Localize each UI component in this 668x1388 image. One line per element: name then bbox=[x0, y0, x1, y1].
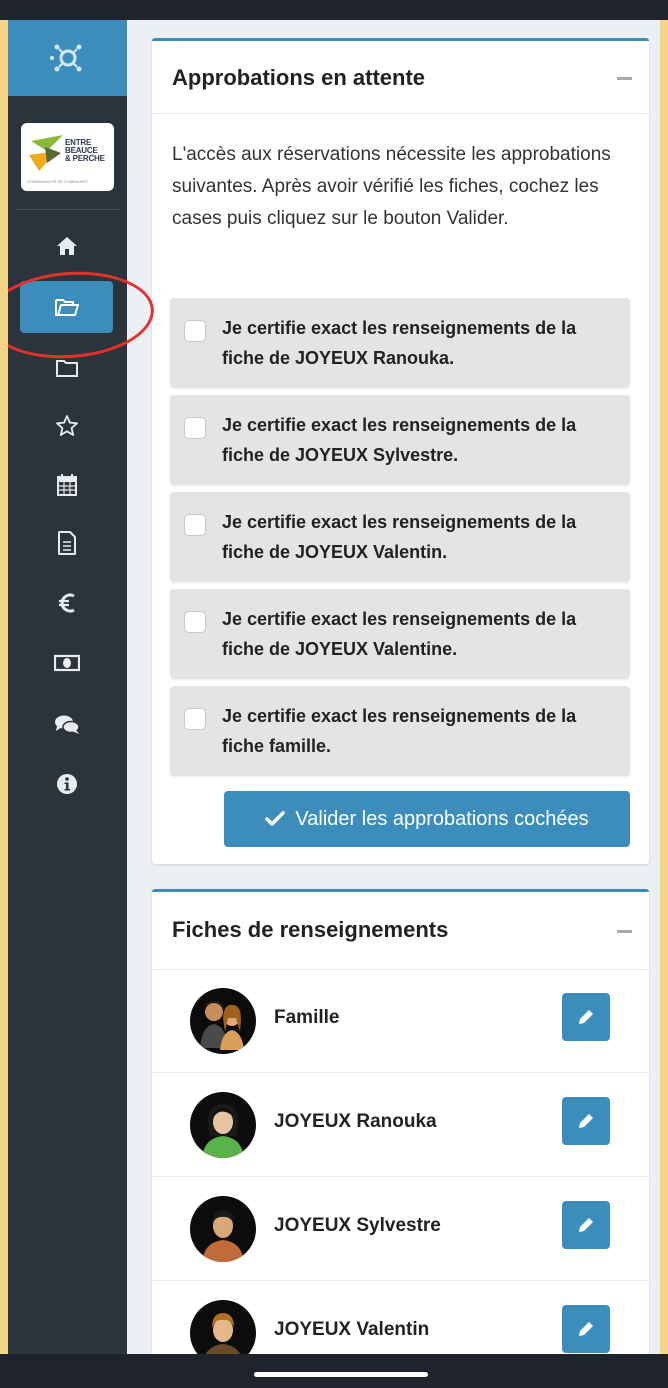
fiche-name: Famille bbox=[274, 1007, 340, 1028]
pencil-icon bbox=[579, 1322, 593, 1336]
fiche-name: JOYEUX Sylvestre bbox=[274, 1215, 441, 1236]
approval-checkbox[interactable] bbox=[184, 417, 206, 439]
approval-item[interactable]: Je certifie exact les renseignements de … bbox=[170, 395, 630, 485]
fiches-header: Fiches de renseignements bbox=[152, 892, 649, 970]
approval-item[interactable]: Je certifie exact les renseignements de … bbox=[170, 686, 630, 776]
home-indicator[interactable] bbox=[254, 1372, 428, 1377]
fiche-row[interactable]: JOYEUX Valentin bbox=[152, 1281, 649, 1354]
app-logo[interactable] bbox=[8, 20, 127, 96]
sidebar-divider bbox=[16, 209, 119, 210]
brand-name: ENTRE BEAUCE & PERCHE bbox=[65, 138, 105, 163]
sidebar-item-folder[interactable] bbox=[20, 342, 113, 394]
fiche-name: JOYEUX Ranouka bbox=[274, 1111, 437, 1132]
brand-subtitle: COMMUNAUTÉ DE COMMUNES bbox=[27, 179, 88, 184]
sidebar-item-dossiers[interactable] bbox=[20, 281, 113, 333]
brand-emblem-icon bbox=[29, 135, 63, 171]
sidebar-item-factures[interactable] bbox=[20, 577, 113, 629]
fiches-collapse-button[interactable] bbox=[615, 924, 633, 938]
euro-icon bbox=[58, 593, 75, 613]
sidebar-item-documents[interactable] bbox=[20, 517, 113, 569]
approval-checkbox[interactable] bbox=[184, 611, 206, 633]
folder-open-icon bbox=[54, 299, 79, 316]
approvals-collapse-button[interactable] bbox=[615, 71, 633, 85]
fiche-name: JOYEUX Valentin bbox=[274, 1319, 430, 1340]
fiches-box: Fiches de renseignements Famille JOYEUX … bbox=[152, 889, 649, 1354]
fiche-row[interactable]: JOYEUX Sylvestre bbox=[152, 1177, 649, 1281]
navigation-bar bbox=[0, 1354, 668, 1388]
info-icon bbox=[56, 774, 77, 794]
star-icon bbox=[55, 415, 78, 436]
female-avatar-icon bbox=[190, 1092, 256, 1158]
fiches-title: Fiches de renseignements bbox=[172, 917, 449, 942]
approval-checkbox[interactable] bbox=[184, 320, 206, 342]
edit-fiche-button[interactable] bbox=[562, 1097, 610, 1145]
validate-approvals-button[interactable]: Valider les approbations cochées bbox=[224, 791, 630, 847]
approvals-header: Approbations en attente bbox=[152, 41, 649, 114]
approval-item[interactable]: Je certifie exact les renseignements de … bbox=[170, 589, 630, 679]
edit-fiche-button[interactable] bbox=[562, 1305, 610, 1353]
document-icon bbox=[57, 531, 76, 555]
edit-fiche-button[interactable] bbox=[562, 993, 610, 1041]
male-avatar-icon bbox=[190, 1196, 256, 1262]
app-viewport: ENTRE BEAUCE & PERCHE COMMUNAUTÉ DE COMM… bbox=[8, 20, 660, 1354]
validate-button-label: Valider les approbations cochées bbox=[295, 807, 589, 830]
approvals-box: Approbations en attente L'accès aux rése… bbox=[152, 38, 649, 864]
approval-checkbox[interactable] bbox=[184, 514, 206, 536]
approval-label: Je certifie exact les renseignements de … bbox=[222, 706, 577, 756]
minus-icon bbox=[616, 929, 632, 933]
home-icon bbox=[56, 237, 77, 255]
approval-item[interactable]: Je certifie exact les renseignements de … bbox=[170, 298, 630, 388]
approvals-intro: L'accès aux réservations nécessite les a… bbox=[172, 144, 611, 229]
fiche-row[interactable]: Famille bbox=[152, 969, 649, 1073]
sidebar-item-home[interactable] bbox=[20, 220, 113, 272]
family-avatar-icon bbox=[190, 988, 256, 1054]
pencil-icon bbox=[579, 1010, 593, 1024]
sidebar-item-messages[interactable] bbox=[20, 699, 113, 751]
male-avatar-icon bbox=[190, 1300, 256, 1354]
sidebar: ENTRE BEAUCE & PERCHE COMMUNAUTÉ DE COMM… bbox=[8, 20, 127, 1354]
edit-fiche-button[interactable] bbox=[562, 1201, 610, 1249]
comments-icon bbox=[54, 715, 80, 734]
sidebar-item-calendar[interactable] bbox=[20, 459, 113, 511]
folder-icon bbox=[55, 360, 78, 377]
brand-logo[interactable]: ENTRE BEAUCE & PERCHE COMMUNAUTÉ DE COMM… bbox=[21, 123, 114, 191]
network-logo-icon bbox=[49, 44, 81, 72]
fiche-row[interactable]: JOYEUX Ranouka bbox=[152, 1073, 649, 1177]
approval-item[interactable]: Je certifie exact les renseignements de … bbox=[170, 492, 630, 582]
approvals-title: Approbations en attente bbox=[172, 65, 426, 90]
approval-checkbox[interactable] bbox=[184, 708, 206, 730]
sidebar-item-reglements[interactable] bbox=[20, 637, 113, 689]
pencil-icon bbox=[579, 1114, 593, 1128]
approval-label: Je certifie exact les renseignements de … bbox=[222, 512, 577, 562]
minus-icon bbox=[616, 76, 632, 80]
calendar-icon bbox=[56, 474, 77, 496]
approval-label: Je certifie exact les renseignements de … bbox=[222, 415, 577, 465]
pencil-icon bbox=[579, 1218, 593, 1232]
approval-label: Je certifie exact les renseignements de … bbox=[222, 609, 577, 659]
status-bar bbox=[0, 0, 668, 20]
sidebar-item-info[interactable] bbox=[20, 758, 113, 810]
approval-label: Je certifie exact les renseignements de … bbox=[222, 318, 577, 368]
sidebar-item-favoris[interactable] bbox=[20, 400, 113, 452]
check-icon bbox=[265, 811, 286, 826]
money-icon bbox=[53, 654, 80, 672]
